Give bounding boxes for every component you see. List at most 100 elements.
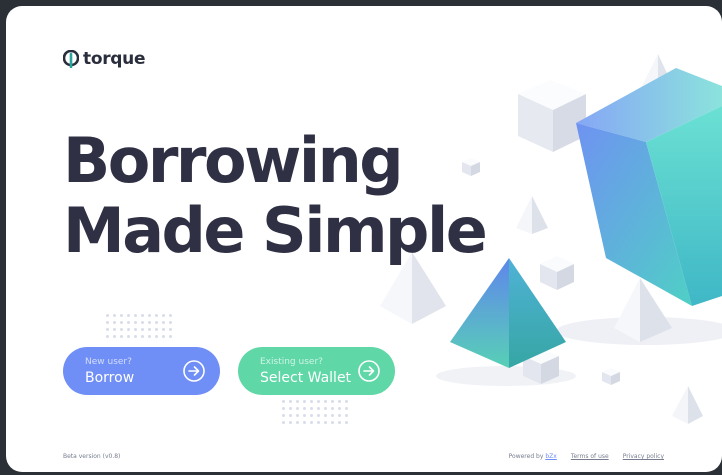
tiny-cube	[540, 256, 574, 290]
dot	[155, 328, 158, 331]
dot	[331, 407, 334, 410]
dot	[162, 321, 165, 324]
brand-logo[interactable]: torque	[63, 49, 146, 69]
dot	[113, 335, 116, 338]
dot	[148, 314, 151, 317]
headline-line-1: Borrowing	[63, 124, 404, 197]
dot	[296, 400, 299, 403]
headline-line-2: Made Simple	[63, 194, 488, 267]
dot	[289, 407, 292, 410]
dot	[120, 328, 123, 331]
dot	[120, 314, 123, 317]
arrow-right-circle-icon	[183, 360, 205, 382]
dot	[162, 314, 165, 317]
privacy-link[interactable]: Privacy policy	[623, 453, 664, 460]
dot	[317, 421, 320, 424]
white-pyramid	[516, 196, 548, 234]
terms-link[interactable]: Terms of use	[571, 453, 609, 460]
dot	[296, 414, 299, 417]
dot	[289, 400, 292, 403]
dot	[134, 328, 137, 331]
dot	[324, 414, 327, 417]
dot	[331, 421, 334, 424]
dot	[169, 328, 172, 331]
dot	[106, 314, 109, 317]
dot	[134, 314, 137, 317]
dot	[303, 400, 306, 403]
dot	[324, 421, 327, 424]
dot	[317, 407, 320, 410]
main-card: torque Borrowing Made Simple New user? B…	[6, 6, 722, 472]
dot	[169, 321, 172, 324]
dot	[127, 335, 130, 338]
dot	[141, 314, 144, 317]
dot	[296, 407, 299, 410]
dot	[113, 314, 116, 317]
powered-by: Powered by bZx	[509, 453, 557, 460]
dot	[324, 400, 327, 403]
dot	[134, 321, 137, 324]
dot	[282, 407, 285, 410]
borrow-sublabel: New user?	[85, 357, 132, 367]
dot	[113, 328, 116, 331]
select-wallet-button[interactable]: Existing user? Select Wallet	[238, 347, 395, 395]
dot	[338, 407, 341, 410]
dot	[282, 421, 285, 424]
footer-links: Powered by bZx Terms of use Privacy poli…	[509, 453, 664, 460]
dot	[127, 321, 130, 324]
large-gradient-cube	[576, 68, 722, 306]
dot	[282, 414, 285, 417]
dot	[155, 321, 158, 324]
version-label: Beta version (v0.8)	[63, 453, 121, 460]
dot	[345, 414, 348, 417]
dot	[303, 421, 306, 424]
tiny-cube	[602, 368, 620, 385]
dot	[303, 407, 306, 410]
hero-headline: Borrowing Made Simple	[63, 124, 488, 267]
dot	[120, 321, 123, 324]
torque-logo-icon	[63, 50, 79, 68]
dot	[282, 400, 285, 403]
dot	[289, 414, 292, 417]
dot	[324, 407, 327, 410]
borrow-button[interactable]: New user? Borrow	[63, 347, 220, 395]
borrow-label: Borrow	[85, 370, 135, 386]
dot	[120, 335, 123, 338]
dot	[296, 421, 299, 424]
dot-pattern	[106, 314, 176, 344]
dot	[141, 328, 144, 331]
dot	[169, 335, 172, 338]
wallet-label: Select Wallet	[260, 370, 352, 386]
dot	[162, 328, 165, 331]
dot	[338, 421, 341, 424]
dot	[148, 335, 151, 338]
dot	[310, 407, 313, 410]
powered-by-text: Powered by	[508, 453, 544, 460]
wallet-sublabel: Existing user?	[260, 357, 323, 367]
dot	[113, 321, 116, 324]
dot	[162, 335, 165, 338]
dot	[310, 414, 313, 417]
dot	[331, 400, 334, 403]
dot	[148, 321, 151, 324]
bzx-link[interactable]: bZx	[545, 453, 556, 460]
dot	[338, 414, 341, 417]
dot	[148, 328, 151, 331]
dot	[345, 400, 348, 403]
white-pyramid	[672, 386, 703, 424]
dot	[310, 400, 313, 403]
dot	[155, 335, 158, 338]
dot	[317, 400, 320, 403]
dot	[106, 321, 109, 324]
dot	[106, 328, 109, 331]
dot-pattern	[282, 400, 352, 426]
dot	[317, 414, 320, 417]
brand-name: torque	[83, 49, 146, 69]
dot	[127, 314, 130, 317]
dot	[331, 414, 334, 417]
dot	[310, 421, 313, 424]
dot	[345, 407, 348, 410]
arrow-right-circle-icon	[358, 360, 380, 382]
dot	[141, 335, 144, 338]
dot	[106, 335, 109, 338]
